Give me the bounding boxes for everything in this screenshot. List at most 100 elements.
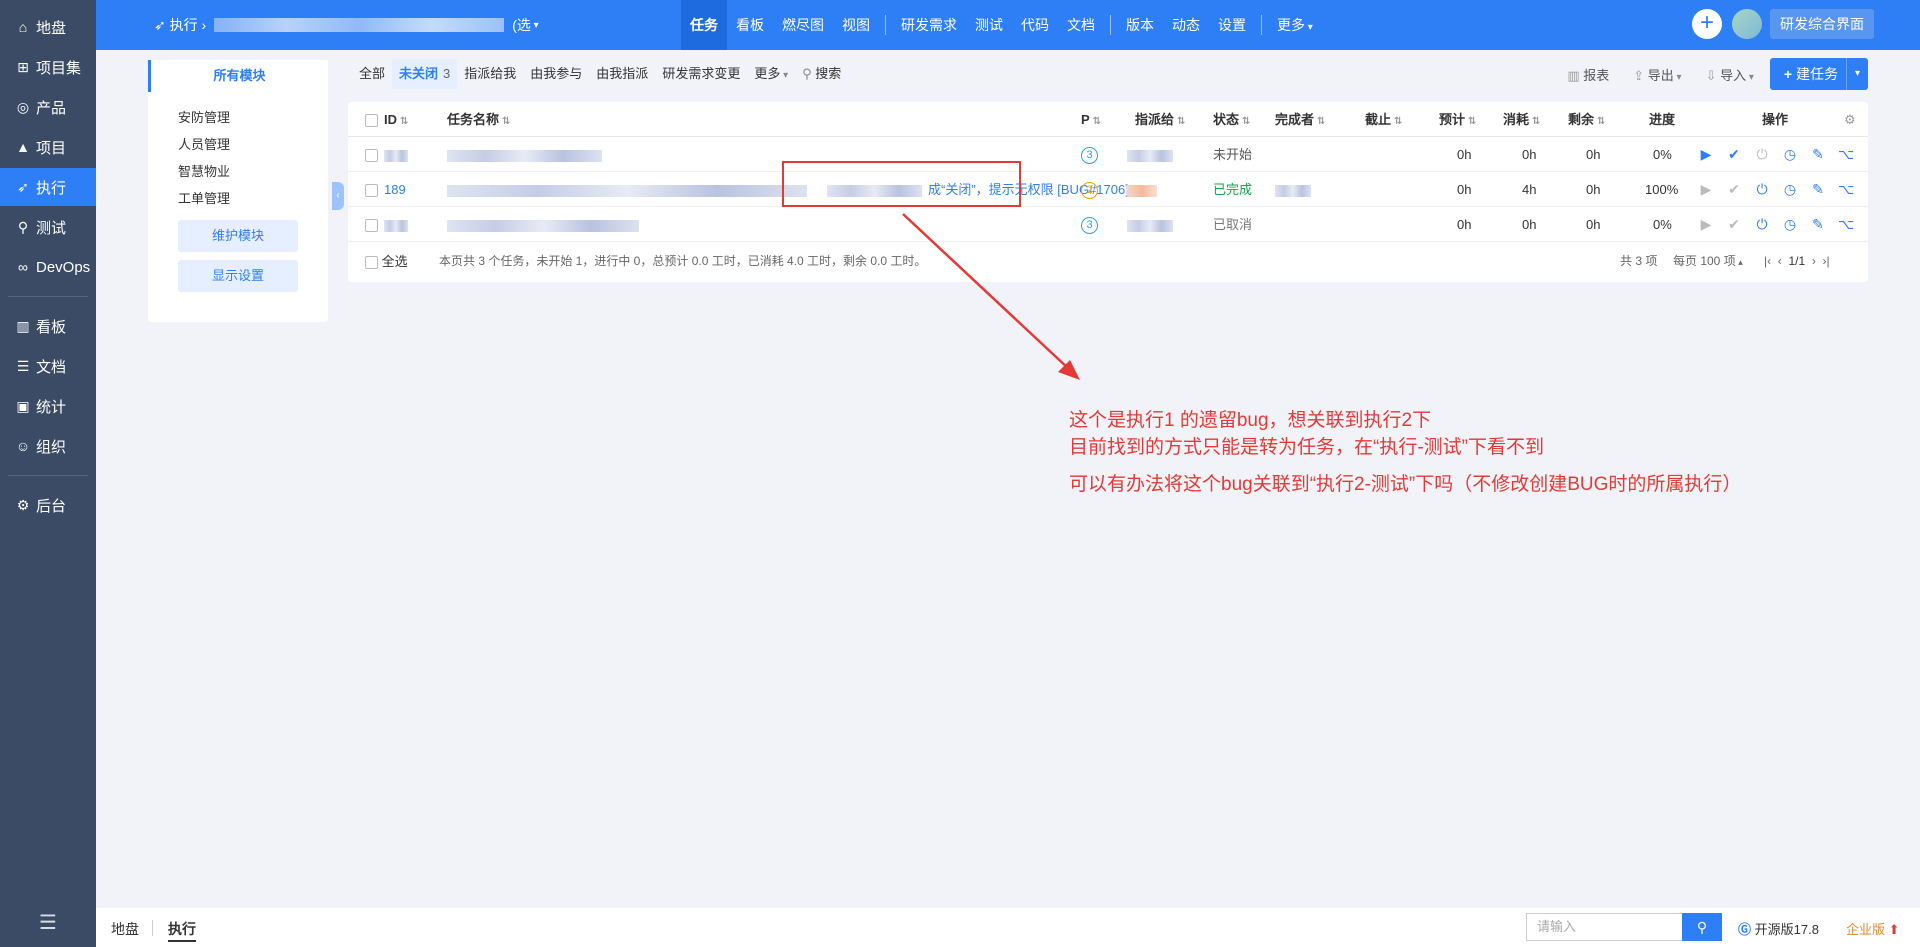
- all-modules[interactable]: 所有模块: [148, 60, 328, 92]
- filter-all[interactable]: 全部: [352, 59, 392, 89]
- header-estimate[interactable]: 预计 ⇅: [1439, 102, 1476, 137]
- sidebar-item-product[interactable]: ◎ 产品: [0, 88, 96, 126]
- sidebar-item-devops[interactable]: ∞ DevOps: [0, 248, 96, 286]
- nav-build[interactable]: 版本: [1117, 0, 1163, 50]
- rd-interface-button[interactable]: 研发综合界面: [1770, 9, 1874, 39]
- edit-icon[interactable]: ✎: [1810, 172, 1826, 207]
- log-effort-clock-icon[interactable]: ◷: [1782, 207, 1798, 242]
- menu-toggle-icon[interactable]: ☰: [0, 910, 96, 935]
- row-checkbox[interactable]: [365, 207, 378, 242]
- edit-icon[interactable]: ✎: [1810, 207, 1826, 242]
- module-item[interactable]: 智慧物业: [178, 158, 328, 185]
- sidebar-item-test[interactable]: ⚲ 测试: [0, 208, 96, 246]
- log-effort-clock-icon[interactable]: ◷: [1782, 172, 1798, 207]
- bottom-search-input[interactable]: 请输入: [1526, 913, 1682, 941]
- nav-burndown[interactable]: 燃尽图: [773, 0, 833, 50]
- table-row[interactable]: 189 成“关闭”，提示无权限 [BUG#1706] 2 已完成 0h 4h 0…: [348, 172, 1868, 207]
- start-icon[interactable]: ▶: [1698, 172, 1714, 207]
- module-item[interactable]: 工单管理: [178, 185, 328, 212]
- log-effort-clock-icon[interactable]: ◷: [1782, 137, 1798, 172]
- create-task-button[interactable]: + 建任务 ▾: [1769, 58, 1868, 90]
- header-deadline[interactable]: 截止 ⇅: [1365, 102, 1402, 137]
- subtask-tree-icon[interactable]: ⌥: [1838, 207, 1854, 242]
- nav-task[interactable]: 任务: [681, 0, 727, 50]
- close-power-icon[interactable]: ⏻: [1754, 137, 1770, 172]
- filter-unclosed[interactable]: 未关闭 3: [392, 59, 458, 89]
- nav-requirement[interactable]: 研发需求: [892, 0, 966, 50]
- finish-check-icon[interactable]: ✔: [1726, 137, 1742, 172]
- finish-check-icon[interactable]: ✔: [1726, 207, 1742, 242]
- avatar[interactable]: [1732, 9, 1762, 39]
- last-page-icon[interactable]: ›|: [1823, 254, 1830, 268]
- filter-joined[interactable]: 由我参与: [523, 59, 589, 89]
- header-id[interactable]: ID ⇅: [384, 102, 408, 137]
- quick-create-plus-icon[interactable]: +: [1692, 9, 1722, 39]
- subtask-tree-icon[interactable]: ⌥: [1838, 172, 1854, 207]
- display-settings-button[interactable]: 显示设置: [178, 260, 298, 292]
- header-name[interactable]: 任务名称 ⇅: [447, 102, 510, 137]
- breadcrumb-execution[interactable]: 执行: [170, 15, 198, 35]
- start-icon[interactable]: ▶: [1698, 207, 1714, 242]
- sidebar-item-execution[interactable]: ➶ 执行: [0, 168, 96, 206]
- module-item[interactable]: 安防管理: [178, 104, 328, 131]
- next-page-icon[interactable]: ›: [1812, 254, 1816, 268]
- start-icon[interactable]: ▶: [1698, 137, 1714, 172]
- nav-settings[interactable]: 设置: [1209, 0, 1255, 50]
- sidebar-item-kanban[interactable]: ▥ 看板: [0, 307, 96, 345]
- subtask-tree-icon[interactable]: ⌥: [1838, 137, 1854, 172]
- row-checkbox[interactable]: [365, 137, 378, 172]
- sidebar-item-program[interactable]: ⊞ 项目集: [0, 48, 96, 86]
- header-status[interactable]: 状态 ⇅: [1213, 102, 1250, 137]
- select-all-checkbox[interactable]: [365, 102, 378, 137]
- row-name[interactable]: [447, 137, 602, 172]
- table-row[interactable]: 3 未开始 0h 0h 0h 0% ▶ ✔ ⏻ ◷ ✎ ⌥: [348, 137, 1868, 172]
- execution-select[interactable]: (选: [512, 15, 531, 35]
- per-page-select[interactable]: 每页 100 项 ▴: [1673, 244, 1743, 279]
- create-task-dropdown-icon[interactable]: ▾: [1846, 58, 1868, 90]
- column-settings-gear-icon[interactable]: ⚙: [1844, 102, 1856, 137]
- version-label[interactable]: Ⓖ 开源版17.8: [1738, 919, 1819, 938]
- row-checkbox[interactable]: [365, 172, 378, 207]
- bottom-crumb-home[interactable]: 地盘: [111, 919, 139, 939]
- bottom-search-button[interactable]: ⚲: [1682, 913, 1722, 941]
- module-item[interactable]: 人员管理: [178, 131, 328, 158]
- filter-assigned-to-me[interactable]: 指派给我: [457, 59, 523, 89]
- nav-doc[interactable]: 文档: [1058, 0, 1104, 50]
- search-toggle[interactable]: ⚲ 搜索: [795, 59, 848, 89]
- prev-page-icon[interactable]: ‹: [1778, 254, 1782, 268]
- table-row[interactable]: 3 已取消 0h 0h 0h 0% ▶ ✔ ⏻ ◷ ✎ ⌥: [348, 207, 1868, 242]
- filter-req-change[interactable]: 研发需求变更: [655, 59, 747, 89]
- finish-check-icon[interactable]: ✔: [1726, 172, 1742, 207]
- sidebar-item-org[interactable]: ☺ 组织: [0, 427, 96, 465]
- sidebar-item-doc[interactable]: ☰ 文档: [0, 347, 96, 385]
- sidebar-item-stats[interactable]: ▣ 统计: [0, 387, 96, 425]
- bottom-crumb-current[interactable]: 执行: [168, 919, 196, 942]
- nav-kanban[interactable]: 看板: [727, 0, 773, 50]
- header-consumed[interactable]: 消耗 ⇅: [1503, 102, 1540, 137]
- enterprise-link[interactable]: 企业版 ⬆: [1846, 919, 1900, 938]
- import-button[interactable]: ⇩ 导入 ▾: [1706, 65, 1754, 84]
- nav-test[interactable]: 测试: [966, 0, 1012, 50]
- select-all[interactable]: 全选: [365, 244, 408, 279]
- sidebar-item-admin[interactable]: ⚙ 后台: [0, 486, 96, 524]
- header-finished-by[interactable]: 完成者 ⇅: [1275, 102, 1325, 137]
- nav-view[interactable]: 视图: [833, 0, 879, 50]
- header-assigned[interactable]: 指派给 ⇅: [1135, 102, 1185, 137]
- first-page-icon[interactable]: |‹: [1764, 254, 1771, 268]
- sidebar-item-project[interactable]: ▲ 项目: [0, 128, 96, 166]
- nav-code[interactable]: 代码: [1012, 0, 1058, 50]
- nav-dynamic[interactable]: 动态: [1163, 0, 1209, 50]
- nav-more[interactable]: 更多 ▾: [1268, 0, 1322, 50]
- edit-icon[interactable]: ✎: [1810, 137, 1826, 172]
- close-power-icon[interactable]: ⏻: [1754, 207, 1770, 242]
- header-priority[interactable]: P ⇅: [1081, 102, 1101, 137]
- maintain-module-button[interactable]: 维护模块: [178, 220, 298, 252]
- filter-more[interactable]: 更多 ▾: [747, 59, 795, 89]
- header-left[interactable]: 剩余 ⇅: [1568, 102, 1605, 137]
- sidebar-item-home[interactable]: ⌂ 地盘: [0, 8, 96, 46]
- collapse-sidebar-icon[interactable]: ‹: [332, 182, 344, 210]
- row-name[interactable]: [447, 207, 639, 242]
- filter-assigned-by-me[interactable]: 由我指派: [589, 59, 655, 89]
- close-power-icon[interactable]: ⏻: [1754, 172, 1770, 207]
- export-button[interactable]: ⇪ 导出 ▾: [1633, 65, 1681, 84]
